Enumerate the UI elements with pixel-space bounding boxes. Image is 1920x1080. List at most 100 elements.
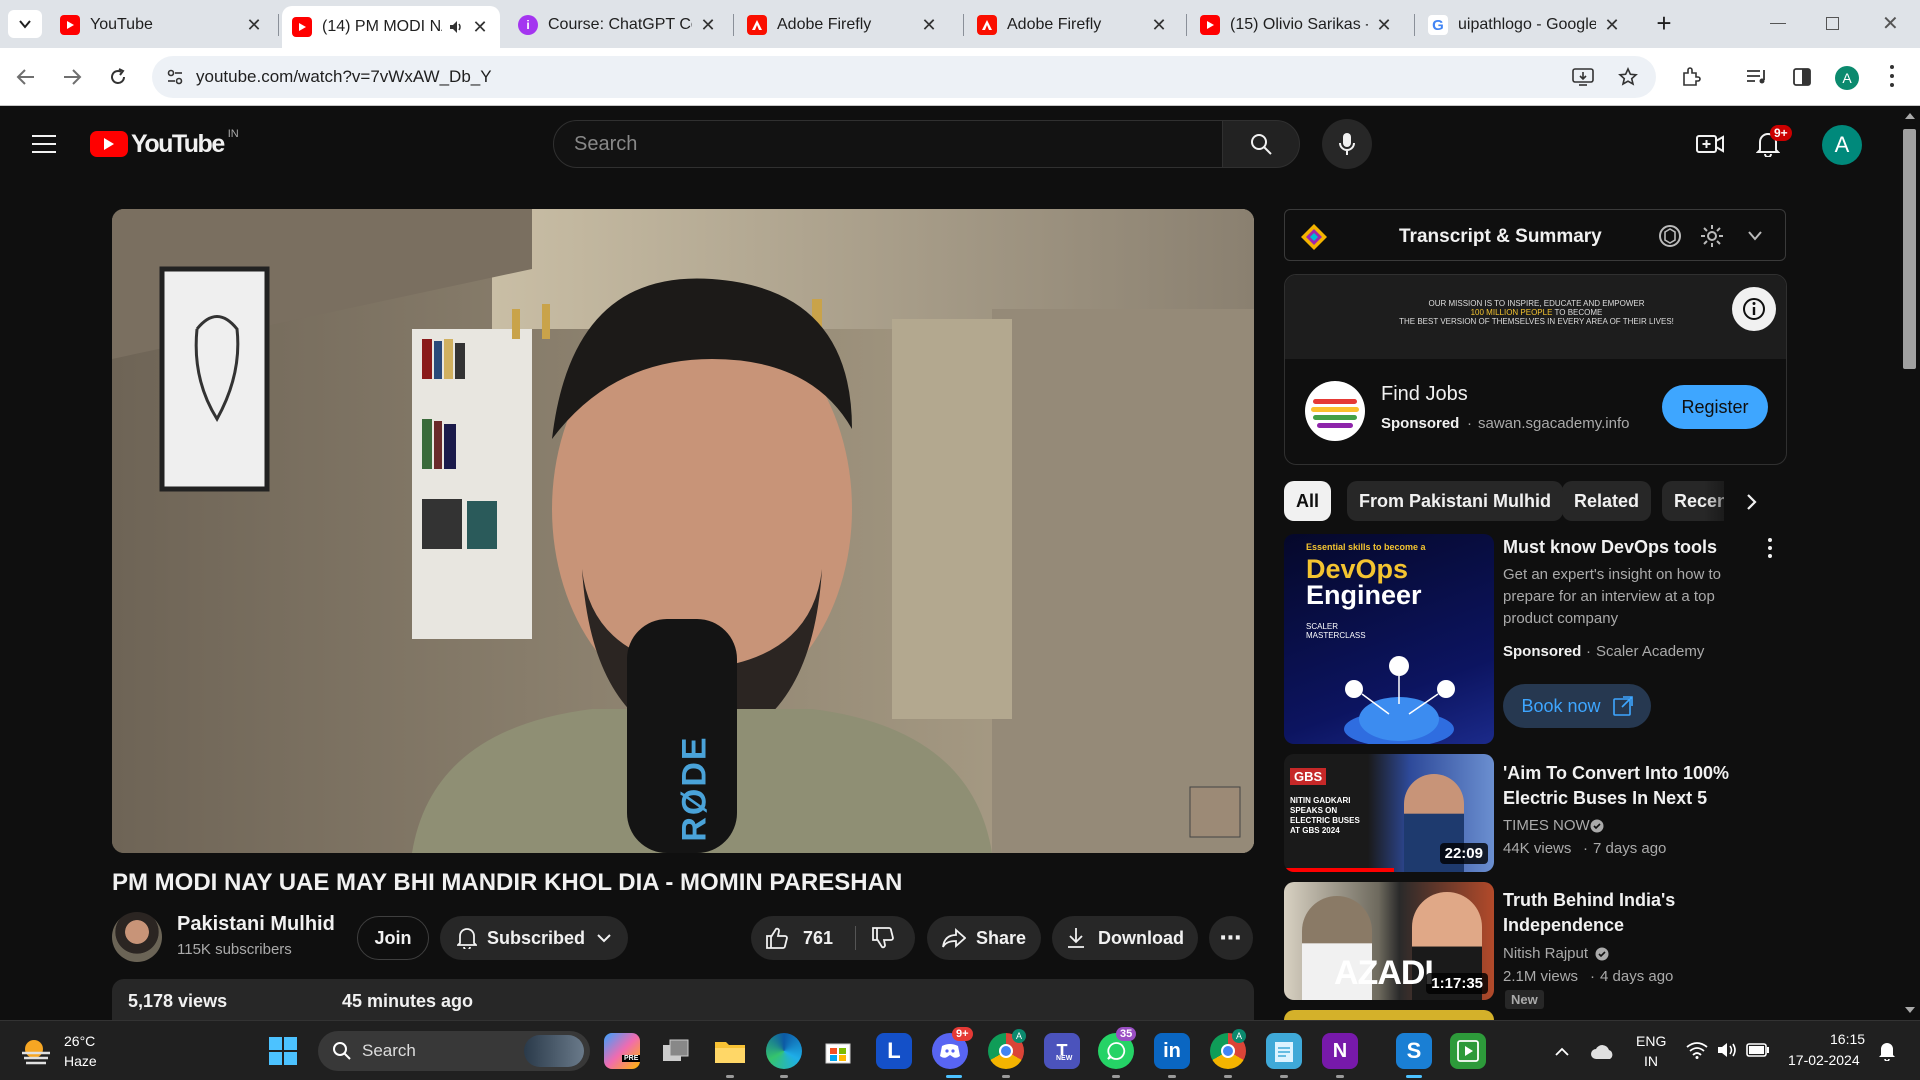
- snipping-tool-icon[interactable]: S: [1396, 1033, 1432, 1069]
- channel-name[interactable]: Pakistani Mulhid: [177, 913, 335, 936]
- edge-browser-icon[interactable]: [766, 1033, 802, 1069]
- volume-icon[interactable]: [1716, 1041, 1738, 1059]
- video-channel[interactable]: TIMES NOW: [1503, 817, 1590, 834]
- install-app-icon[interactable]: [1572, 67, 1594, 87]
- channel-avatar[interactable]: [112, 912, 162, 962]
- tab-adobe-firefly-1[interactable]: Adobe Firefly ✕: [737, 8, 949, 42]
- bookmark-star-icon[interactable]: [1618, 67, 1638, 87]
- sponsored-ad-card[interactable]: OUR MISSION IS TO INSPIRE, EDUCATE AND E…: [1284, 274, 1787, 465]
- info-button[interactable]: [1732, 287, 1776, 331]
- lens-app-icon[interactable]: L: [876, 1033, 912, 1069]
- video-channel[interactable]: Nitish Rajput: [1503, 945, 1588, 962]
- close-icon[interactable]: ✕: [1602, 15, 1622, 36]
- tab-olivio-sarikas[interactable]: (15) Olivio Sarikas - YouTube ✕: [1190, 8, 1404, 42]
- taskbar-search-box[interactable]: Search: [318, 1031, 590, 1071]
- clock-time[interactable]: 16:15: [1830, 1031, 1865, 1047]
- chevron-right-icon[interactable]: [1746, 493, 1758, 511]
- hamburger-menu-icon[interactable]: [32, 135, 56, 153]
- site-settings-icon[interactable]: [166, 68, 184, 86]
- microsoft-store-icon[interactable]: [820, 1033, 856, 1069]
- create-video-icon[interactable]: [1696, 133, 1724, 155]
- promo-thumbnail[interactable]: Essential skills to become a DevOps Engi…: [1284, 534, 1494, 744]
- promo-title[interactable]: Must know DevOps tools: [1503, 535, 1775, 560]
- advertiser-logo[interactable]: [1305, 381, 1365, 441]
- page-scrollbar[interactable]: [1900, 107, 1920, 1020]
- more-vert-icon[interactable]: [1768, 538, 1772, 558]
- back-arrow-icon[interactable]: [16, 68, 36, 86]
- video-title[interactable]: 'Aim To Convert Into 100% Electric Buses…: [1503, 761, 1775, 811]
- battery-icon[interactable]: [1746, 1043, 1770, 1057]
- region-indicator[interactable]: IN: [1644, 1053, 1658, 1069]
- windows-start-icon[interactable]: [268, 1036, 298, 1066]
- onedrive-icon[interactable]: [1590, 1044, 1616, 1060]
- file-explorer-icon[interactable]: [712, 1033, 748, 1069]
- chevron-up-icon[interactable]: [1554, 1047, 1570, 1057]
- register-button[interactable]: Register: [1662, 385, 1768, 429]
- openai-icon[interactable]: [1657, 223, 1683, 249]
- reload-icon[interactable]: [108, 67, 128, 87]
- gear-icon[interactable]: [1699, 223, 1725, 249]
- close-icon[interactable]: ✕: [470, 17, 490, 38]
- weather-widget[interactable]: 26°C Haze: [20, 1031, 110, 1071]
- media-control-icon[interactable]: [1746, 68, 1768, 86]
- side-panel-icon[interactable]: [1792, 67, 1812, 87]
- new-tab-button[interactable]: +: [1650, 10, 1678, 38]
- like-button[interactable]: 761: [751, 916, 915, 960]
- video-thumbnail[interactable]: [1284, 1010, 1494, 1020]
- media-player-icon[interactable]: [1450, 1033, 1486, 1069]
- video-title[interactable]: Truth Behind India's Independence: [1503, 888, 1775, 938]
- close-icon[interactable]: ✕: [919, 15, 939, 36]
- chip-all[interactable]: All: [1284, 481, 1332, 521]
- more-actions-button[interactable]: ⋯: [1209, 916, 1253, 960]
- forward-arrow-icon[interactable]: [62, 68, 82, 86]
- close-window-icon[interactable]: ✕: [1882, 11, 1899, 36]
- linkedin-icon[interactable]: in: [1154, 1033, 1190, 1069]
- profile-avatar[interactable]: A: [1835, 66, 1859, 90]
- browser-menu-icon[interactable]: [1890, 65, 1894, 87]
- scroll-up-arrow-icon[interactable]: [1905, 113, 1915, 119]
- speaker-icon[interactable]: [448, 19, 464, 35]
- notification-bell-icon[interactable]: [1878, 1041, 1896, 1061]
- scroll-down-arrow-icon[interactable]: [1905, 1007, 1915, 1013]
- close-icon[interactable]: ✕: [698, 15, 718, 36]
- close-icon[interactable]: ✕: [1149, 15, 1169, 36]
- video-player[interactable]: RØDE: [112, 209, 1254, 853]
- video-thumbnail[interactable]: GBS NITIN GADKARI SPEAKS ON ELECTRIC BUS…: [1284, 754, 1494, 872]
- teams-icon[interactable]: T: [1044, 1033, 1080, 1069]
- tab-youtube[interactable]: YouTube ✕: [50, 8, 274, 42]
- search-input[interactable]: Search: [553, 120, 1223, 168]
- minimize-icon[interactable]: [1770, 23, 1786, 24]
- chip-related[interactable]: Related: [1562, 481, 1652, 521]
- search-button[interactable]: [1222, 120, 1300, 168]
- video-thumbnail[interactable]: AZADI 1:17:35: [1284, 882, 1494, 1000]
- thumbs-down-icon[interactable]: [871, 927, 895, 949]
- chip-from-channel[interactable]: From Pakistani Mulhid: [1347, 481, 1564, 521]
- copilot-icon[interactable]: PRE: [604, 1033, 641, 1069]
- task-view-icon[interactable]: [658, 1033, 694, 1069]
- ad-banner[interactable]: OUR MISSION IS TO INSPIRE, EDUCATE AND E…: [1285, 275, 1786, 359]
- chevron-down-icon[interactable]: [1747, 230, 1763, 242]
- ad-title[interactable]: Find Jobs: [1381, 383, 1468, 406]
- language-indicator[interactable]: ENG: [1636, 1033, 1666, 1049]
- share-button[interactable]: Share: [927, 916, 1041, 960]
- extensions-icon[interactable]: [1680, 66, 1702, 88]
- onenote-icon[interactable]: N: [1322, 1033, 1358, 1069]
- tab-google-search[interactable]: G uipathlogo - Google Search ✕: [1418, 8, 1632, 42]
- scrollbar-thumb[interactable]: [1903, 129, 1916, 369]
- clock-date[interactable]: 17-02-2024: [1788, 1052, 1860, 1068]
- account-avatar[interactable]: A: [1822, 125, 1862, 165]
- youtube-logo[interactable]: YouTube IN: [90, 128, 239, 159]
- book-now-button[interactable]: Book now: [1503, 684, 1651, 728]
- voice-search-button[interactable]: [1322, 119, 1372, 169]
- tab-course-chatgpt[interactable]: i Course: ChatGPT Complete Guide ✕: [508, 8, 728, 42]
- tab-adobe-firefly-2[interactable]: Adobe Firefly ✕: [967, 8, 1179, 42]
- wifi-icon[interactable]: [1686, 1041, 1708, 1059]
- close-icon[interactable]: ✕: [244, 15, 264, 36]
- tab-search-button[interactable]: [8, 10, 42, 38]
- notepad-icon[interactable]: [1266, 1033, 1302, 1069]
- subscribed-button[interactable]: Subscribed: [440, 916, 628, 960]
- download-button[interactable]: Download: [1052, 916, 1198, 960]
- tab-pm-modi[interactable]: (14) PM MODI NAY UAE MAY BHI MANDIR KHOL…: [282, 6, 500, 48]
- transcript-summary-panel[interactable]: Transcript & Summary: [1284, 209, 1786, 261]
- close-icon[interactable]: ✕: [1374, 15, 1394, 36]
